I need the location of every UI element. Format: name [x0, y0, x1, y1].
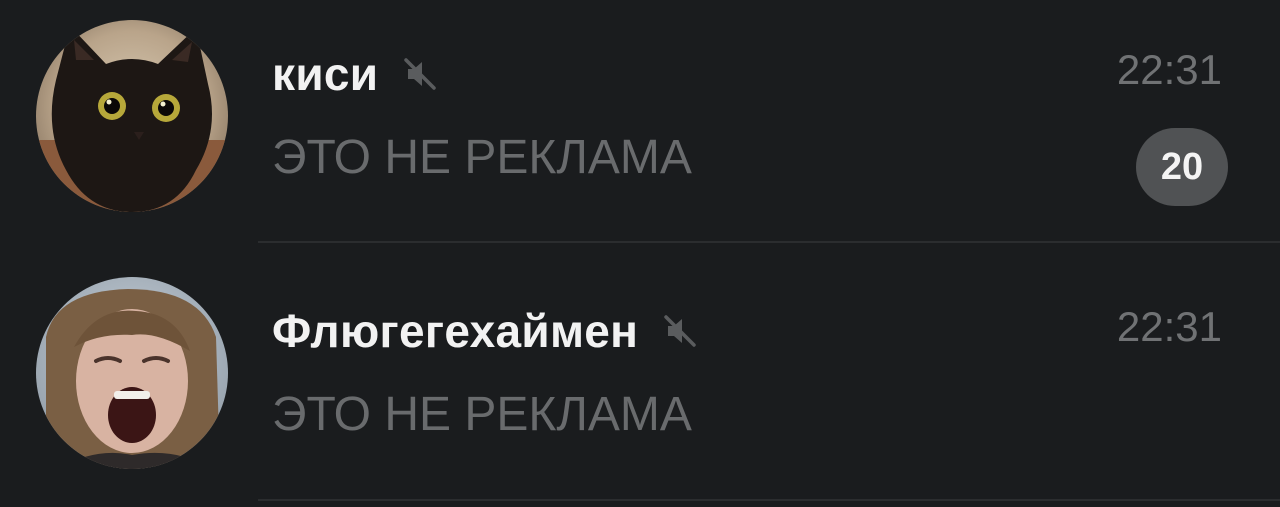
chat-divider	[258, 241, 1280, 243]
person-avatar-image	[36, 277, 228, 469]
chat-item-kisi[interactable]: киси 22:31 ЭТО НЕ РЕКЛАМА 20	[0, 0, 1280, 250]
avatar[interactable]	[36, 20, 228, 212]
unread-count-badge: 20	[1136, 128, 1228, 206]
chat-name-line: киси	[272, 44, 440, 104]
avatar[interactable]	[36, 277, 228, 469]
muted-speaker-icon	[660, 311, 700, 351]
chat-preview: ЭТО НЕ РЕКЛАМА	[272, 388, 692, 441]
chat-item-flugegeheimen[interactable]: Флюгегехаймен 22:31 ЭТО НЕ РЕКЛАМА	[0, 257, 1280, 507]
chat-preview: ЭТО НЕ РЕКЛАМА	[272, 131, 692, 184]
cat-avatar-image	[36, 20, 228, 212]
chat-name: киси	[272, 48, 379, 100]
chat-time: 22:31	[1116, 303, 1222, 350]
chat-time: 22:31	[1116, 46, 1222, 93]
chat-list: киси 22:31 ЭТО НЕ РЕКЛАМА 20 Флюгегехайм…	[0, 0, 1280, 507]
chat-name: Флюгегехаймен	[272, 305, 639, 357]
chat-divider	[258, 499, 1280, 501]
chat-name-line: Флюгегехаймен	[272, 301, 700, 361]
muted-speaker-icon	[400, 54, 440, 94]
